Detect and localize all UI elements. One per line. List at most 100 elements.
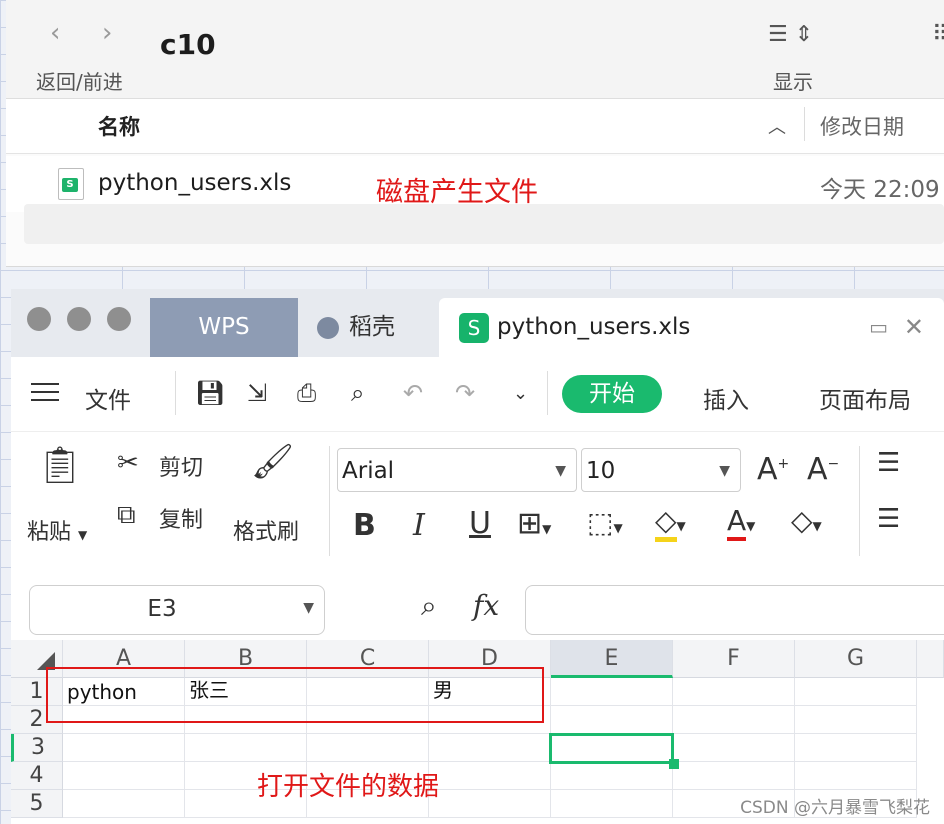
format-painter-icon[interactable]: 🖌︎ bbox=[251, 442, 294, 482]
grid-cell[interactable] bbox=[63, 734, 185, 762]
minimize-window-button[interactable] bbox=[67, 307, 91, 331]
clear-format-icon[interactable]: ◇▼ bbox=[791, 504, 822, 537]
print-icon[interactable]: ⎙ bbox=[297, 379, 316, 407]
close-window-button[interactable] bbox=[27, 307, 51, 331]
align-left-icon[interactable]: ☰ bbox=[877, 504, 900, 534]
tab-daoke[interactable]: 稻壳 bbox=[307, 298, 437, 357]
view-label: 显示 bbox=[773, 70, 813, 94]
row-header-3[interactable]: 3 bbox=[11, 734, 63, 762]
column-header-e[interactable]: E bbox=[551, 640, 673, 678]
finder-toolbar: ‹ › c10 返回/前进 ☰ ⇕ 显示 ⠿ bbox=[6, 0, 944, 99]
grid-cell[interactable] bbox=[551, 706, 673, 734]
bold-icon[interactable]: B bbox=[353, 508, 376, 543]
align-top-icon[interactable]: ☰ bbox=[877, 448, 900, 478]
grid-cell[interactable] bbox=[307, 734, 429, 762]
group-icon[interactable]: ⠿ bbox=[932, 22, 944, 47]
borders-icon[interactable]: ⊞▼ bbox=[517, 506, 551, 541]
cut-button[interactable]: 剪切 bbox=[159, 450, 203, 482]
grid-cell[interactable] bbox=[673, 762, 795, 790]
grid-cell[interactable] bbox=[429, 734, 551, 762]
copy-icon[interactable]: ⧉ bbox=[117, 500, 136, 531]
data-highlight-box bbox=[46, 667, 544, 723]
grid-cell[interactable] bbox=[429, 790, 551, 818]
grid-cell[interactable] bbox=[429, 762, 551, 790]
formula-input[interactable] bbox=[525, 585, 944, 635]
cell-f1[interactable] bbox=[673, 678, 795, 706]
fill-color-icon[interactable]: ◇▼ bbox=[655, 504, 686, 542]
undo-icon[interactable]: ↶ bbox=[403, 379, 423, 407]
decrease-font-icon[interactable]: A− bbox=[807, 452, 839, 487]
cell-style-icon[interactable]: ⬚▼ bbox=[587, 506, 623, 539]
column-header-f[interactable]: F bbox=[673, 640, 795, 678]
print-preview-icon[interactable]: ⌕ bbox=[351, 379, 364, 407]
ribbon-divider-2 bbox=[859, 446, 860, 556]
list-view-icon[interactable]: ☰ ⇕ bbox=[768, 22, 813, 47]
paste-button[interactable]: 粘贴 ▼ bbox=[27, 514, 87, 546]
opened-data-annotation: 打开文件的数据 bbox=[257, 772, 440, 802]
grid-cell[interactable] bbox=[63, 790, 185, 818]
zoom-search-icon[interactable]: ⌕ bbox=[421, 589, 437, 623]
spreadsheet-file-icon: S bbox=[58, 168, 84, 200]
save-icon[interactable]: 💾︎ bbox=[195, 379, 225, 407]
font-color-icon[interactable]: A▼ bbox=[727, 504, 755, 541]
chevron-down-icon: ▼ bbox=[719, 463, 730, 479]
grid-cell[interactable] bbox=[795, 734, 917, 762]
grid-cell[interactable] bbox=[673, 734, 795, 762]
column-header-h[interactable] bbox=[917, 640, 944, 678]
cell-g1[interactable] bbox=[795, 678, 917, 706]
tab-file-label: python_users.xls bbox=[497, 314, 691, 340]
forward-button[interactable]: › bbox=[102, 18, 112, 48]
fill-handle[interactable] bbox=[669, 759, 679, 769]
row-header-4[interactable]: 4 bbox=[11, 762, 63, 790]
grid-cell[interactable] bbox=[551, 790, 673, 818]
tab-file[interactable]: Spython_users.xls ▭ ✕ bbox=[439, 298, 944, 357]
hamburger-menu-icon[interactable] bbox=[31, 383, 59, 403]
grid-cell[interactable] bbox=[795, 706, 917, 734]
wps-titlebar: WPS 稻壳 Spython_users.xls ▭ ✕ bbox=[11, 289, 944, 357]
tab-wps[interactable]: WPS bbox=[150, 298, 298, 357]
cell-e1[interactable] bbox=[551, 678, 673, 706]
increase-font-icon[interactable]: A+ bbox=[757, 452, 789, 487]
column-name-header[interactable]: 名称 bbox=[98, 111, 140, 141]
back-button[interactable]: ‹ bbox=[50, 18, 60, 48]
menu-file[interactable]: 文件 bbox=[85, 381, 131, 415]
row-header-5[interactable]: 5 bbox=[11, 790, 63, 818]
cut-icon[interactable]: ✂ bbox=[117, 448, 139, 478]
redo-icon[interactable]: ↷ bbox=[455, 379, 475, 407]
file-date: 今天 22:09 bbox=[820, 177, 940, 203]
grid-cell[interactable] bbox=[795, 762, 917, 790]
column-header-g[interactable]: G bbox=[795, 640, 917, 678]
underline-icon[interactable]: U bbox=[469, 506, 491, 541]
tab-insert[interactable]: 插入 bbox=[703, 381, 749, 415]
italic-icon[interactable]: I bbox=[413, 508, 425, 543]
wps-window: WPS 稻壳 Spython_users.xls ▭ ✕ 文件 💾︎ ⇲ ⎙ ⌕… bbox=[11, 289, 944, 824]
ribbon-toolbar: 📋︎ 粘贴 ▼ ✂ 剪切 ⧉ 复制 🖌︎ 格式刷 Arial ▼ 10 ▼ A+ A… bbox=[11, 432, 944, 576]
copy-button[interactable]: 复制 bbox=[159, 502, 203, 534]
paste-label: 粘贴 bbox=[27, 520, 72, 545]
file-name[interactable]: python_users.xls bbox=[98, 170, 291, 196]
font-size-select[interactable]: 10 ▼ bbox=[581, 448, 741, 492]
grid-cell[interactable] bbox=[673, 706, 795, 734]
format-painter-button[interactable]: 格式刷 bbox=[233, 514, 299, 546]
window-mode-icon[interactable]: ▭ bbox=[869, 298, 888, 357]
sort-ascending-icon[interactable]: ︿ bbox=[768, 113, 786, 139]
nav-label: 返回/前进 bbox=[36, 70, 123, 94]
selected-cell-e3[interactable] bbox=[549, 733, 674, 764]
close-tab-icon[interactable]: ✕ bbox=[904, 298, 924, 357]
empty-row bbox=[24, 204, 944, 244]
maximize-window-button[interactable] bbox=[107, 307, 131, 331]
grid-cell[interactable] bbox=[63, 762, 185, 790]
tab-start[interactable]: 开始 bbox=[562, 375, 662, 413]
name-box[interactable]: E3 ▼ bbox=[29, 585, 325, 635]
font-name-value: Arial bbox=[342, 458, 395, 484]
export-icon[interactable]: ⇲ bbox=[247, 379, 267, 407]
font-name-select[interactable]: Arial ▼ bbox=[337, 448, 577, 492]
paste-icon[interactable]: 📋︎ bbox=[37, 444, 83, 486]
grid-cell[interactable] bbox=[185, 734, 307, 762]
column-date-header[interactable]: 修改日期 bbox=[820, 111, 904, 141]
tab-page-layout[interactable]: 页面布局 bbox=[819, 381, 911, 415]
customize-toolbar-icon[interactable]: ⌄ bbox=[513, 383, 528, 404]
grid-cell[interactable] bbox=[551, 762, 673, 790]
column-divider[interactable] bbox=[804, 107, 805, 141]
fx-icon[interactable]: fx bbox=[473, 589, 499, 622]
